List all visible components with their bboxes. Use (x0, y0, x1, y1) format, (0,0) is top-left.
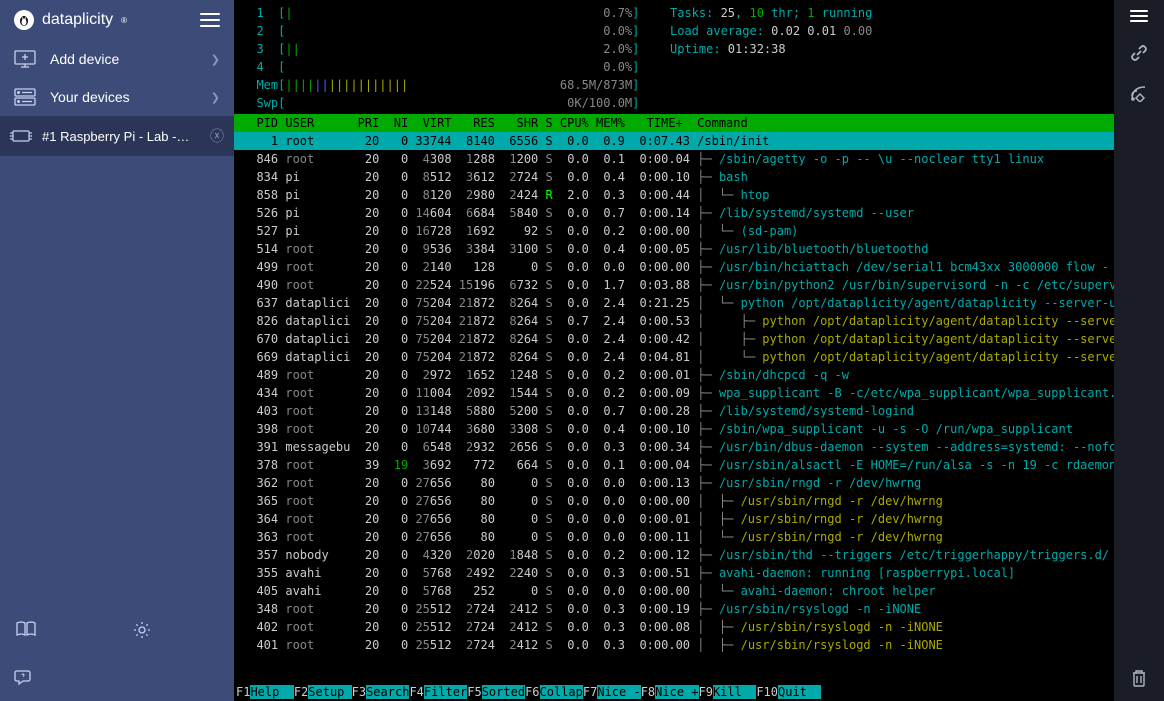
process-row-selected[interactable]: 1 root 20 0 33744 8140 6556 S 0.0 0.9 0:… (234, 132, 1114, 150)
chat-button[interactable] (0, 655, 234, 701)
process-row[interactable]: 355 avahi 20 0 5768 2492 2240 S 0.0 0.3 … (242, 564, 1106, 582)
nav-label: Add device (50, 51, 119, 67)
sidebar-footer (0, 605, 234, 655)
active-device-tab[interactable]: #1 Raspberry Pi - Lab -… ⓧ (0, 116, 234, 156)
server-icon (14, 88, 36, 106)
sidebar: dataplicity® Add device ❯ Your devices ❯… (0, 0, 234, 701)
nav-your-devices[interactable]: Your devices ❯ (0, 78, 234, 116)
hamburger-icon[interactable] (1130, 10, 1148, 22)
function-keys[interactable]: F1Help F2Setup F3SearchF4FilterF5SortedF… (234, 683, 1114, 701)
process-row[interactable]: 391 messagebu 20 0 6548 2932 2656 S 0.0 … (242, 438, 1106, 456)
htop-columns[interactable]: PID USER PRI NI VIRT RES SHR S CPU% MEM%… (234, 114, 1114, 132)
process-row[interactable]: 357 nobody 20 0 4320 2020 1848 S 0.0 0.2… (242, 546, 1106, 564)
chevron-right-icon: ❯ (211, 53, 220, 66)
process-row[interactable]: 402 root 20 0 25512 2724 2412 S 0.0 0.3 … (242, 618, 1106, 636)
trash-icon[interactable] (1131, 669, 1147, 687)
process-row[interactable]: 348 root 20 0 25512 2724 2412 S 0.0 0.3 … (242, 600, 1106, 618)
process-row[interactable]: 378 root 39 19 3692 772 664 S 0.0 0.1 0:… (242, 456, 1106, 474)
process-row[interactable]: 514 root 20 0 9536 3384 3100 S 0.0 0.4 0… (242, 240, 1106, 258)
process-row[interactable]: 434 root 20 0 11004 2092 1544 S 0.0 0.2 … (242, 384, 1106, 402)
process-row[interactable]: 405 avahi 20 0 5768 252 0 S 0.0 0.0 0:00… (242, 582, 1106, 600)
chevron-right-icon: ❯ (211, 91, 220, 104)
process-row[interactable]: 362 root 20 0 27656 80 0 S 0.0 0.0 0:00.… (242, 474, 1106, 492)
process-row[interactable]: 490 root 20 0 22524 15196 6732 S 0.0 1.7… (242, 276, 1106, 294)
brand-logo[interactable]: dataplicity® (14, 10, 127, 30)
process-row[interactable]: 858 pi 20 0 8120 2980 2424 R 2.0 0.3 0:0… (242, 186, 1106, 204)
process-row[interactable]: 637 dataplici 20 0 75204 21872 8264 S 0.… (242, 294, 1106, 312)
process-row[interactable]: 826 dataplici 20 0 75204 21872 8264 S 0.… (242, 312, 1106, 330)
hamburger-icon[interactable] (200, 13, 220, 27)
process-row[interactable]: 364 root 20 0 27656 80 0 S 0.0 0.0 0:00.… (242, 510, 1106, 528)
device-name: #1 Raspberry Pi - Lab -… (42, 129, 189, 144)
monitor-plus-icon (14, 50, 36, 68)
chip-icon (10, 127, 32, 145)
process-row[interactable]: 670 dataplici 20 0 75204 21872 8264 S 0.… (242, 330, 1106, 348)
settings-button[interactable] (117, 605, 234, 655)
process-row[interactable]: 499 root 20 0 2140 128 0 S 0.0 0.0 0:00.… (242, 258, 1106, 276)
process-row[interactable]: 489 root 20 0 2972 1652 1248 S 0.0 0.2 0… (242, 366, 1106, 384)
terminal[interactable]: 1 [| 0.7%] 2 [ 0.0%] 3 [|| 2.0%] 4 [ (234, 0, 1114, 701)
brand-text: dataplicity (42, 11, 113, 29)
process-row[interactable]: 401 root 20 0 25512 2724 2412 S 0.0 0.3 … (242, 636, 1106, 654)
process-row[interactable]: 365 root 20 0 27656 80 0 S 0.0 0.0 0:00.… (242, 492, 1106, 510)
htop-summary: 1 [| 0.7%] 2 [ 0.0%] 3 [|| 2.0%] 4 [ (234, 0, 1114, 114)
process-row[interactable]: 834 pi 20 0 8512 3612 2724 S 0.0 0.4 0:0… (242, 168, 1106, 186)
process-row[interactable]: 526 pi 20 0 14604 6684 5840 S 0.0 0.7 0:… (242, 204, 1106, 222)
satellite-icon[interactable] (1130, 84, 1148, 102)
process-list[interactable]: 846 root 20 0 4308 1288 1200 S 0.0 0.1 0… (234, 150, 1114, 654)
process-row[interactable]: 669 dataplici 20 0 75204 21872 8264 S 0.… (242, 348, 1106, 366)
link-icon[interactable] (1130, 44, 1148, 62)
nav-label: Your devices (50, 89, 130, 105)
docs-button[interactable] (0, 605, 117, 655)
process-row[interactable]: 363 root 20 0 27656 80 0 S 0.0 0.0 0:00.… (242, 528, 1106, 546)
sidebar-header: dataplicity® (0, 0, 234, 40)
process-row[interactable]: 846 root 20 0 4308 1288 1200 S 0.0 0.1 0… (242, 150, 1106, 168)
close-icon[interactable]: ⓧ (210, 126, 224, 146)
right-rail (1114, 0, 1164, 701)
penguin-icon (14, 10, 34, 30)
process-row[interactable]: 398 root 20 0 10744 3680 3308 S 0.0 0.4 … (242, 420, 1106, 438)
process-row[interactable]: 403 root 20 0 13148 5880 5200 S 0.0 0.7 … (242, 402, 1106, 420)
process-row[interactable]: 527 pi 20 0 16728 1692 92 S 0.0 0.2 0:00… (242, 222, 1106, 240)
nav-add-device[interactable]: Add device ❯ (0, 40, 234, 78)
